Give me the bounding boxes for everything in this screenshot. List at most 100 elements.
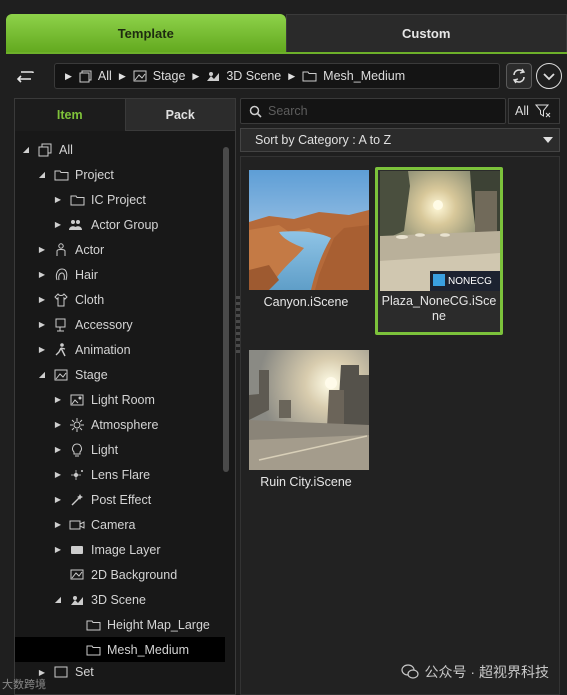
back-arrow-icon (16, 71, 34, 83)
collapse-icon[interactable]: ◢ (53, 595, 63, 604)
expand-icon[interactable]: ▶ (53, 495, 63, 504)
tree-item-atmosphere[interactable]: ▶ Atmosphere (15, 412, 225, 437)
tree-item-actor[interactable]: ▶ Actor (15, 237, 225, 262)
tree-item-post-effect[interactable]: ▶ Post Effect (15, 487, 225, 512)
expand-icon[interactable]: ▶ (37, 345, 47, 354)
tree-item-cloth[interactable]: ▶ Cloth (15, 287, 225, 312)
tree-item-2d-background[interactable]: 2D Background (15, 562, 225, 587)
light-room-icon (69, 393, 85, 407)
breadcrumb-arrow-icon[interactable]: ▶ (65, 71, 72, 82)
folder-icon (85, 643, 101, 657)
top-tabs: Template Custom (6, 14, 567, 52)
breadcrumb-mesh-medium[interactable]: Mesh_Medium (302, 69, 405, 83)
item-label: Plaza_NoneCG.iSce ne (378, 294, 500, 324)
stage-icon (53, 368, 69, 382)
atmosphere-icon (69, 417, 85, 432)
tree-item-label: Light (91, 442, 119, 457)
3d-scene-icon (69, 593, 85, 607)
search-input[interactable] (268, 104, 488, 118)
tree-item-height-map-large[interactable]: Height Map_Large (15, 612, 225, 637)
thumbnail-canyon (249, 170, 369, 290)
tree-item-label: IC Project (91, 192, 146, 207)
expand-icon[interactable]: ▶ (53, 220, 63, 229)
item-card-canyon[interactable]: Canyon.iScene (242, 161, 370, 329)
tree-item-set[interactable]: ▶ Set (15, 662, 225, 682)
tree-item-label: Lens Flare (91, 467, 151, 482)
tree-item-ic-project[interactable]: ▶ IC Project (15, 187, 225, 212)
breadcrumb-arrow-icon[interactable]: ▶ (288, 71, 295, 82)
expand-icon[interactable]: ▶ (37, 320, 47, 329)
tree-item-label: Hair (75, 267, 98, 282)
tree-item-label: Camera (91, 517, 136, 532)
breadcrumb-arrow-icon[interactable]: ▶ (192, 71, 199, 82)
tree-item-light[interactable]: ▶ Light (15, 437, 225, 462)
tab-item[interactable]: Item (15, 99, 125, 131)
expand-icon[interactable]: ▶ (53, 420, 63, 429)
expand-icon[interactable]: ▶ (53, 470, 63, 479)
collapse-icon[interactable]: ◢ (37, 170, 47, 179)
breadcrumb-3d-scene[interactable]: 3D Scene (206, 69, 281, 83)
refresh-icon (512, 68, 526, 84)
expand-icon[interactable]: ▶ (53, 520, 63, 529)
item-label-line: Plaza_NoneCG.iSce (381, 294, 497, 308)
watermark: 公众号 · 超视界科技 (400, 662, 549, 682)
filter-dropdown[interactable]: All (508, 98, 560, 124)
accessory-icon (53, 318, 69, 332)
tree-item-hair[interactable]: ▶ Hair (15, 262, 225, 287)
tree-item-project[interactable]: ◢ Project (15, 162, 225, 187)
collapse-icon[interactable]: ◢ (37, 370, 47, 379)
folder-icon (69, 193, 85, 207)
expand-icon[interactable]: ▶ (37, 295, 47, 304)
tree-item-label: Post Effect (91, 492, 152, 507)
tree-item-lens-flare[interactable]: ▶ Lens Flare (15, 462, 225, 487)
scrollbar-thumb[interactable] (223, 147, 229, 472)
item-label-line: ne (432, 309, 446, 323)
hair-icon (53, 267, 69, 282)
tree-item-stage[interactable]: ◢ Stage (15, 362, 225, 387)
collapse-icon[interactable]: ◢ (21, 145, 31, 154)
tree-item-light-room[interactable]: ▶ Light Room (15, 387, 225, 412)
tree-item-all[interactable]: ◢ All (15, 137, 225, 162)
wechat-icon (400, 664, 419, 679)
3d-scene-icon (207, 72, 220, 81)
sort-dropdown[interactable]: Sort by Category : A to Z (240, 128, 560, 152)
post-effect-icon (69, 493, 85, 507)
tree-item-camera[interactable]: ▶ Camera (15, 512, 225, 537)
tree-item-accessory[interactable]: ▶ Accessory (15, 312, 225, 337)
tree-item-label: Animation (75, 342, 131, 357)
item-card-plaza[interactable]: NONECG Plaza_NoneCG.iSce ne (375, 167, 503, 335)
item-label: Ruin City.iScene (260, 475, 352, 489)
cloth-icon (53, 292, 69, 307)
expand-icon[interactable]: ▶ (37, 245, 47, 254)
tree-item-label: All (59, 142, 73, 157)
thumbnail-ruin-city (249, 350, 369, 470)
item-card-ruin-city[interactable]: Ruin City.iScene (242, 341, 370, 509)
options-dropdown-button[interactable] (536, 63, 562, 89)
tree-item-animation[interactable]: ▶ Animation (15, 337, 225, 362)
tab-pack[interactable]: Pack (124, 99, 235, 131)
tree-item-label: Height Map_Large (107, 617, 210, 632)
tree-item-actor-group[interactable]: ▶ Actor Group (15, 212, 225, 237)
back-button[interactable] (12, 63, 38, 89)
expand-icon[interactable]: ▶ (53, 445, 63, 454)
breadcrumb-stage[interactable]: Stage (133, 69, 185, 83)
tree-item-3d-scene[interactable]: ◢ 3D Scene (15, 587, 225, 612)
tree-item-image-layer[interactable]: ▶ Image Layer (15, 537, 225, 562)
expand-icon[interactable]: ▶ (53, 395, 63, 404)
tree-item-label: Atmosphere (91, 417, 159, 432)
brand-logo-text: NONECG (448, 276, 492, 287)
tab-template[interactable]: Template (6, 14, 286, 52)
breadcrumb-3d-scene-label: 3D Scene (226, 69, 282, 83)
breadcrumb-all[interactable]: All (79, 69, 112, 83)
tree-scrollbar[interactable] (222, 141, 230, 691)
tab-custom[interactable]: Custom (285, 14, 567, 52)
refresh-button[interactable] (506, 63, 532, 89)
expand-icon[interactable]: ▶ (53, 545, 63, 554)
breadcrumb-arrow-icon[interactable]: ▶ (119, 71, 126, 82)
folder-icon (302, 71, 317, 82)
toolbar: ▶ All ▶ Stage ▶ 3D Scene ▶ Mesh_Medium (6, 60, 567, 92)
expand-icon[interactable]: ▶ (53, 195, 63, 204)
breadcrumb-mesh-medium-label: Mesh_Medium (323, 69, 406, 83)
tree-item-mesh-medium[interactable]: Mesh_Medium (15, 637, 225, 662)
expand-icon[interactable]: ▶ (37, 270, 47, 279)
